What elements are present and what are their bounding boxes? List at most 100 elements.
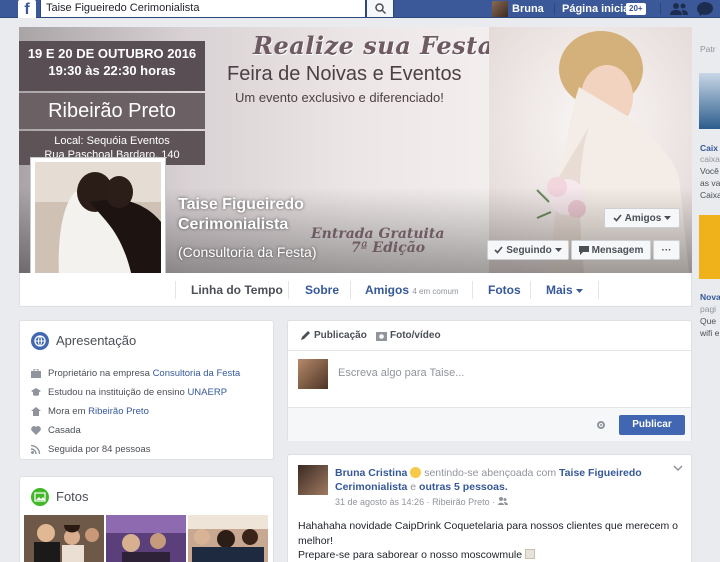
tab-friends-label: Amigos bbox=[365, 283, 410, 297]
home-icon bbox=[31, 406, 41, 416]
tab-photos[interactable]: Fotos bbox=[488, 273, 521, 307]
post-text: Prepare-se para saborear o nosso moscowm… bbox=[298, 549, 523, 561]
rss-icon bbox=[31, 444, 41, 454]
friends-label: Amigos bbox=[624, 212, 662, 224]
photo-thumbnail[interactable] bbox=[106, 515, 186, 562]
tab-photo-video[interactable]: Foto/vídeo bbox=[376, 330, 441, 341]
sidebar-text: Você bbox=[700, 166, 719, 176]
intro-text: Seguida por 84 pessoas bbox=[48, 443, 151, 455]
sidebar-link[interactable]: Caix bbox=[700, 143, 718, 153]
post-others-link[interactable]: outras 5 pessoas. bbox=[419, 481, 508, 493]
sidebar-text: Que bbox=[700, 316, 717, 326]
photo-thumbnail[interactable] bbox=[24, 515, 104, 562]
gear-icon[interactable] bbox=[596, 420, 606, 430]
check-icon bbox=[494, 246, 503, 254]
cover-edition: 7ª Edição bbox=[351, 240, 426, 256]
post-author[interactable]: Bruna Cristina bbox=[335, 467, 407, 479]
intro-text: Proprietário na empresa bbox=[48, 367, 150, 379]
profile-name[interactable]: Taise Figueiredo Cerimonialista bbox=[178, 195, 304, 235]
search-input[interactable]: Taise Figueiredo Cerimonialista bbox=[40, 0, 366, 18]
chevron-down-icon[interactable] bbox=[673, 465, 683, 471]
sidebar-link[interactable]: Nova bbox=[700, 292, 720, 302]
sidebar-ad-image[interactable] bbox=[699, 215, 720, 279]
search-button[interactable] bbox=[366, 0, 394, 18]
check-icon bbox=[613, 214, 622, 222]
message-button[interactable]: Mensagem bbox=[571, 240, 651, 260]
intro-card: Apresentação Proprietário na empresa Con… bbox=[19, 320, 274, 460]
sidebar-text: wifi e bbox=[700, 328, 720, 338]
sidebar-text: Patr bbox=[700, 44, 716, 54]
heart-icon bbox=[31, 425, 41, 435]
divider bbox=[288, 281, 289, 299]
cover-tagline: Um evento exclusivo e diferenciado! bbox=[235, 90, 444, 105]
sidebar-text: caixa bbox=[700, 154, 720, 164]
globe-icon bbox=[31, 332, 49, 350]
mutual-friends-count: 4 em comum bbox=[412, 287, 459, 296]
pencil-icon bbox=[301, 331, 310, 340]
tab-friends[interactable]: Amigos 4 em comum bbox=[365, 273, 459, 307]
friend-requests-icon[interactable] bbox=[670, 2, 688, 16]
composer-footer: Publicar bbox=[288, 407, 691, 441]
search-icon bbox=[374, 3, 386, 14]
post-header: Bruna Cristina sentindo-se abençoada com… bbox=[335, 466, 665, 494]
publish-button[interactable]: Publicar bbox=[619, 415, 685, 435]
composer-input[interactable]: Escreva algo para Taise... bbox=[338, 367, 464, 379]
photo-thumbnail[interactable] bbox=[188, 515, 268, 562]
briefcase-icon bbox=[31, 368, 41, 378]
intro-link[interactable]: UNAERP bbox=[187, 387, 227, 398]
chevron-down-icon bbox=[664, 215, 672, 220]
cover-location-line: Local: Sequóia Eventos bbox=[54, 135, 170, 147]
cover-time: 19:30 às 22:30 horas bbox=[48, 63, 176, 78]
divider bbox=[598, 281, 599, 299]
profile-name-line: Cerimonialista bbox=[178, 216, 289, 233]
cover-subheadline: Feira de Noivas e Eventos bbox=[227, 63, 462, 85]
post-timestamp[interactable]: 31 de agosto às 14:26 · Ribeirão Preto · bbox=[335, 497, 495, 507]
profile-name-line: Taise Figueiredo bbox=[178, 196, 304, 213]
post-body: Hahahaha novidade CaipDrink Coquetelaria… bbox=[298, 519, 683, 562]
photos-card: Fotos bbox=[19, 476, 274, 562]
message-label: Mensagem bbox=[591, 244, 644, 256]
post-author-avatar[interactable] bbox=[298, 465, 328, 495]
facebook-logo-icon[interactable]: f bbox=[18, 0, 36, 18]
divider bbox=[660, 3, 661, 15]
intro-title: Apresentação bbox=[56, 333, 137, 348]
intro-text: Estudou na instituição de ensino bbox=[48, 386, 185, 398]
tab-more-label: Mais bbox=[546, 283, 573, 297]
sidebar-ad-image[interactable] bbox=[699, 73, 720, 129]
cover-free-entry: Entrada Gratuita 7ª Edição bbox=[311, 227, 444, 255]
tab-more[interactable]: Mais bbox=[546, 273, 584, 307]
feed-post: Bruna Cristina sentindo-se abençoada com… bbox=[287, 454, 692, 562]
more-options-button[interactable]: ··· bbox=[653, 240, 680, 260]
cover-headline: Realize sua Festa bbox=[253, 31, 494, 60]
home-link[interactable]: Página inicial bbox=[562, 0, 632, 18]
user-avatar bbox=[492, 1, 508, 17]
messages-icon[interactable] bbox=[697, 2, 713, 16]
chevron-down-icon bbox=[576, 289, 584, 293]
photos-icon bbox=[31, 488, 49, 506]
sidebar-text: pagi bbox=[700, 304, 717, 314]
tab-photo-video-label: Foto/vídeo bbox=[390, 330, 441, 341]
cover-city: Ribeirão Preto bbox=[19, 93, 205, 129]
intro-education: Estudou na instituição de ensino UNAERP bbox=[31, 385, 227, 399]
post-composer: Publicação Foto/vídeo Escreva algo para … bbox=[287, 320, 692, 441]
chevron-down-icon bbox=[554, 247, 562, 252]
intro-text: Casada bbox=[48, 424, 81, 436]
intro-work: Proprietário na empresa Consultoria da F… bbox=[31, 366, 240, 380]
intro-text: Mora em bbox=[48, 405, 86, 417]
tab-publication[interactable]: Publicação bbox=[300, 330, 367, 341]
friends-privacy-icon bbox=[497, 497, 508, 505]
sidebar-text: Caixa bbox=[700, 190, 720, 200]
intro-link[interactable]: Consultoria da Festa bbox=[153, 368, 241, 379]
top-user-link[interactable]: Bruna bbox=[492, 0, 544, 18]
following-button[interactable]: Seguindo bbox=[487, 240, 569, 260]
divider bbox=[175, 281, 176, 299]
user-name: Bruna bbox=[512, 3, 544, 15]
tab-about[interactable]: Sobre bbox=[305, 273, 339, 307]
drink-emoji-icon bbox=[525, 549, 536, 559]
divider bbox=[288, 350, 691, 351]
friends-button[interactable]: Amigos bbox=[604, 208, 680, 228]
intro-link[interactable]: Ribeirão Preto bbox=[88, 406, 149, 417]
cover-date-banner: 19 E 20 DE OUTUBRO 2016 19:30 às 22:30 h… bbox=[19, 41, 205, 91]
tab-timeline[interactable]: Linha do Tempo bbox=[191, 273, 283, 307]
profile-tabs: Linha do Tempo Sobre Amigos 4 em comum F… bbox=[19, 273, 692, 307]
